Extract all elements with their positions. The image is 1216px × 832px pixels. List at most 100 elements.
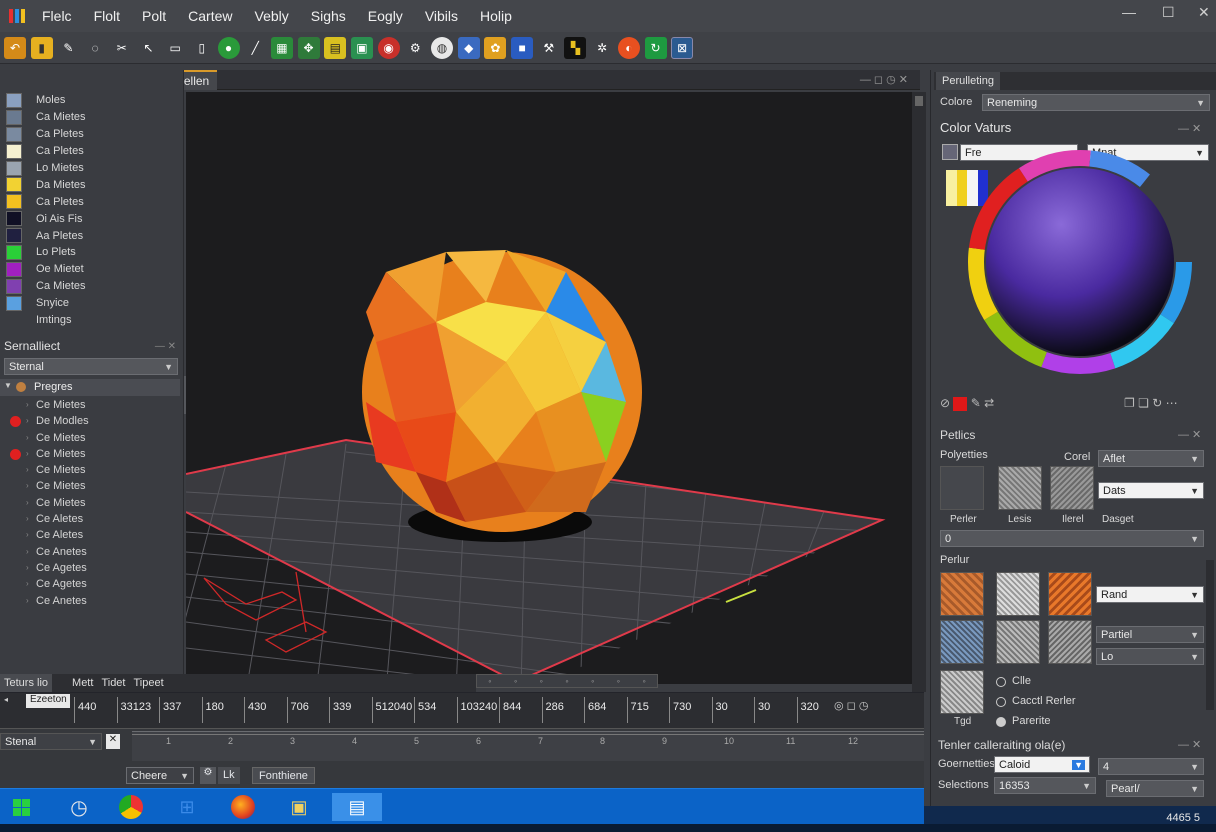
color-swatch[interactable]	[942, 144, 958, 160]
expand-icon[interactable]: ›	[26, 400, 29, 409]
visibility-dot-icon[interactable]	[10, 416, 21, 428]
timeline-expand-icon[interactable]: ◂	[4, 695, 8, 704]
texture-thumb[interactable]	[1048, 572, 1092, 616]
browser-icon[interactable]	[116, 793, 146, 821]
color-picker-area[interactable]	[986, 168, 1174, 356]
expand-icon[interactable]: ›	[26, 449, 29, 458]
menu-sights[interactable]: Sighs	[311, 8, 346, 24]
mode-dropdown[interactable]: Cheere ▼	[126, 767, 194, 784]
image-icon[interactable]: ▣	[350, 36, 373, 59]
material-item[interactable]: Ca Mietes	[0, 109, 184, 126]
expand-icon[interactable]: ›	[26, 547, 29, 556]
scene-item[interactable]: › Ce Aletes	[0, 512, 184, 528]
scene-item[interactable]: › Ce Anetes	[0, 594, 184, 610]
copy-icon[interactable]: ❐	[1124, 396, 1135, 410]
sphere-icon[interactable]: ●	[217, 36, 240, 59]
partial-dropdown[interactable]: Partiel ▼	[1096, 626, 1204, 643]
brush-icon[interactable]: ✎	[57, 37, 79, 59]
menu-view[interactable]: Polt	[142, 8, 166, 24]
clock-icon[interactable]: ◷	[64, 793, 94, 821]
move-icon[interactable]: ✥	[297, 36, 320, 59]
nav-icon[interactable]: ◦	[540, 676, 543, 686]
tab-timeline[interactable]: Teturs lio	[0, 674, 53, 692]
material-item[interactable]: Snyice	[0, 295, 184, 312]
expand-icon[interactable]: ›	[26, 579, 29, 588]
tab-mett[interactable]: Mett	[68, 674, 97, 692]
right-panel-tab[interactable]: Perulleting	[936, 72, 1000, 90]
file-icon[interactable]: ▯	[191, 37, 213, 59]
material-item[interactable]: Ca Mietes	[0, 278, 184, 295]
material-item[interactable]: Ca Pletes	[0, 143, 184, 160]
texture-thumb[interactable]	[996, 572, 1040, 616]
keyframe-track[interactable]: 1 2 3 4 5 6 7 8 9 10 11 12	[132, 731, 924, 761]
undo-icon[interactable]: ↶	[4, 36, 26, 59]
wrench-icon[interactable]: ⚒	[538, 37, 560, 59]
count-field[interactable]: 0 ▼	[940, 530, 1204, 547]
scene-item[interactable]: › Ce Mietes	[0, 447, 184, 463]
menu-tools[interactable]: Eogly	[368, 8, 403, 24]
panel-close-icon[interactable]: — ✕	[155, 341, 176, 352]
scene-root-row[interactable]: ▼ Pregres	[0, 379, 180, 396]
color-mode-dropdown[interactable]: Reneming ▼	[982, 94, 1210, 111]
swap-icon[interactable]: ⇄	[984, 396, 994, 410]
material-item[interactable]: Moles	[0, 92, 184, 109]
right-panel-scrollbar[interactable]	[1206, 560, 1214, 710]
geometries-dropdown[interactable]: Caloid ▼	[994, 756, 1090, 773]
scene-item[interactable]: › Ce Mietes	[0, 496, 184, 512]
menu-file[interactable]: Flelc	[42, 8, 72, 24]
refresh-icon[interactable]: ↻	[644, 36, 667, 59]
texture-thumb[interactable]	[1048, 620, 1092, 664]
expand-icon[interactable]: ›	[26, 514, 29, 523]
material-item[interactable]: Ca Pletes	[0, 193, 184, 210]
grid-icon[interactable]: ▦	[270, 36, 293, 59]
firefox-icon[interactable]	[228, 793, 258, 821]
timeline-ruler[interactable]: Ezeeton ◂ ◎ ◻ ◷ 440 33123 337 180 430 706 339 5…	[0, 693, 924, 729]
nav-icon[interactable]: ◦	[565, 676, 568, 686]
close-icon[interactable]: ✕	[1198, 4, 1210, 21]
ok-button[interactable]: Lk	[218, 767, 240, 784]
foundation-button[interactable]: Fonthiene	[252, 767, 315, 784]
more-icon[interactable]: ⋯	[1166, 396, 1178, 410]
radio-button-selected[interactable]	[996, 717, 1006, 727]
tab-tidet[interactable]: Tidet	[97, 674, 129, 692]
palette-icon[interactable]: ✿	[484, 36, 507, 59]
right-value-dropdown[interactable]: 4 ▼	[1098, 758, 1204, 775]
lowpoly-sphere[interactable]	[362, 250, 642, 532]
expand-icon[interactable]: ›	[26, 563, 29, 572]
cube-blue-icon[interactable]: ◆	[457, 36, 480, 59]
material-item[interactable]: Lo Plets	[0, 244, 184, 261]
texture-thumb[interactable]	[996, 620, 1040, 664]
expand-icon[interactable]: ›	[26, 416, 29, 425]
pearl-dropdown[interactable]: Pearl/ ▼	[1106, 780, 1204, 797]
settings-icon[interactable]: ✲	[591, 37, 613, 59]
scene-item[interactable]: › Ce Mietes	[0, 479, 184, 495]
viewport-window-controls[interactable]: — ◻ ◷ ✕	[860, 73, 908, 86]
layer-dropdown[interactable]: Stenal ▼	[0, 733, 102, 750]
nav-icon[interactable]: ◦	[642, 676, 645, 686]
corel-dropdown[interactable]: Aflet ▼	[1098, 450, 1204, 467]
scene-filter-dropdown[interactable]: Sternal ▼	[4, 358, 178, 375]
app-icon[interactable]: ▣	[284, 793, 314, 821]
3d-viewport[interactable]	[186, 92, 912, 684]
texture-thumb[interactable]	[940, 670, 984, 714]
frame-icon[interactable]: ⊠	[671, 36, 694, 59]
expand-icon[interactable]: ›	[26, 530, 29, 539]
fire-icon[interactable]: ◐	[617, 36, 640, 59]
color-wheel[interactable]	[966, 148, 1194, 376]
radio-button[interactable]	[996, 697, 1006, 707]
scene-item[interactable]: › Ce Anetes	[0, 545, 184, 561]
scene-item[interactable]: › Ce Agetes	[0, 561, 184, 577]
nav-icon[interactable]: ◦	[591, 676, 594, 686]
texture-thumb-empty[interactable]	[940, 466, 984, 510]
tool-icon[interactable]: ⚙	[200, 767, 216, 784]
expand-icon[interactable]: ▼	[4, 381, 12, 390]
scene-item[interactable]: › Ce Mietes	[0, 431, 184, 447]
scene-item[interactable]: › Ce Agetes	[0, 577, 184, 593]
record-icon[interactable]: ◉	[377, 36, 400, 59]
nav-icon[interactable]: ◦	[488, 676, 491, 686]
lasso-icon[interactable]: ◌	[84, 37, 106, 59]
tray-clock[interactable]: 4465 5	[1166, 812, 1200, 824]
menu-create[interactable]: Cartew	[188, 8, 232, 24]
radio-button[interactable]	[996, 677, 1006, 687]
gear-icon[interactable]: ⚙	[404, 37, 426, 59]
